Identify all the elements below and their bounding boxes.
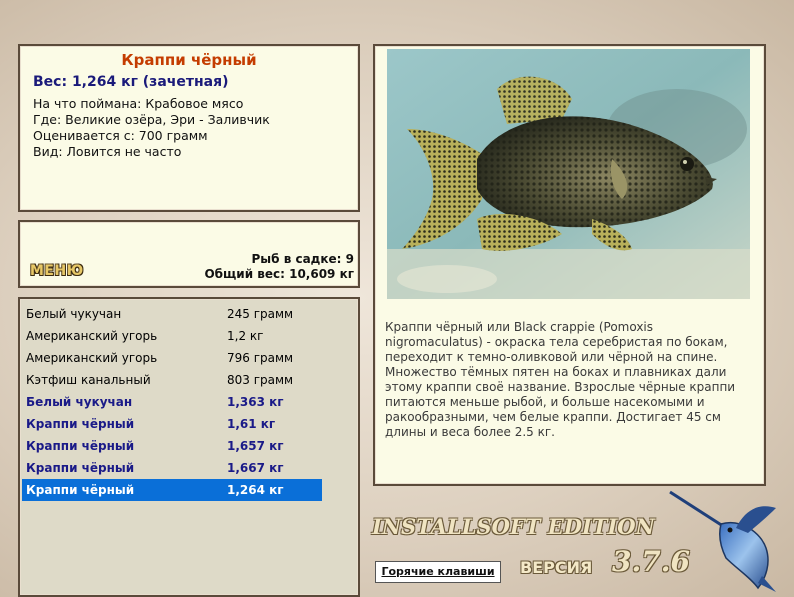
- marlin-icon: [669, 490, 776, 592]
- list-item[interactable]: Краппи чёрный 1,61 кг: [22, 413, 322, 435]
- catch-weight: 803 грамм: [227, 373, 294, 387]
- kind-line: Вид: Ловится не часто: [33, 144, 182, 159]
- catch-name: Краппи чёрный: [26, 483, 135, 497]
- brand-logo-text: INSTALLSOFT EDITION: [372, 514, 655, 539]
- catch-name: Американский угорь: [26, 351, 158, 365]
- fish-weight: Вес: 1,264 кг (зачетная): [33, 74, 229, 90]
- fish-title: Краппи чёрный: [121, 51, 257, 69]
- menu-button[interactable]: МЕНЮ: [30, 263, 84, 279]
- list-item[interactable]: Американский угорь 796 грамм: [22, 347, 322, 369]
- catch-weight: 245 грамм: [227, 307, 294, 321]
- fish-description: Краппи чёрный или Black crappie (Pomoxis…: [385, 320, 736, 439]
- catch-weight: 1,667 кг: [227, 461, 284, 475]
- catch-name: Краппи чёрный: [26, 417, 135, 431]
- list-item[interactable]: Краппи чёрный 1,667 кг: [22, 457, 322, 479]
- fish-info-panel: Краппи чёрный Вес: 1,264 кг (зачетная) Н…: [18, 44, 360, 212]
- total-weight: Общий вес: 10,609 кг: [204, 267, 354, 281]
- bait-line: На что поймана: Крабовое мясо: [33, 96, 244, 111]
- list-item[interactable]: Кэтфиш канальный 803 грамм: [22, 369, 322, 391]
- list-item-selected[interactable]: Краппи чёрный 1,264 кг: [22, 479, 322, 501]
- hotkeys-label: Горячие клавиши: [381, 565, 495, 578]
- catch-name: Белый чукучан: [26, 395, 133, 409]
- catch-list[interactable]: Белый чукучан 245 грамм Американский угор…: [18, 297, 360, 597]
- catch-name: Белый чукучан: [26, 307, 122, 321]
- version-label: ВЕРСИЯ: [520, 558, 593, 577]
- catch-weight: 1,657 кг: [227, 439, 284, 453]
- catch-weight: 1,264 кг: [227, 483, 284, 497]
- list-item[interactable]: Краппи чёрный 1,657 кг: [22, 435, 322, 457]
- hotkeys-button[interactable]: Горячие клавиши: [375, 561, 501, 583]
- catch-name: Кэтфиш канальный: [26, 373, 151, 387]
- list-item[interactable]: Белый чукучан 1,363 кг: [22, 391, 322, 413]
- location-line: Где: Великие озёра, Эри - Заливчик: [33, 112, 270, 127]
- list-item[interactable]: Белый чукучан 245 грамм: [22, 303, 322, 325]
- fish-description-panel: Краппи чёрный или Black crappie (Pomoxis…: [373, 44, 766, 486]
- fish-count: Рыб в садке: 9: [251, 252, 355, 266]
- catch-name: Краппи чёрный: [26, 461, 135, 475]
- catch-weight: 1,2 кг: [227, 329, 264, 343]
- catch-name: Краппи чёрный: [26, 439, 135, 453]
- keepnet-summary-panel: МЕНЮ Рыб в садке: 9 Общий вес: 10,609 кг: [18, 220, 360, 288]
- list-item[interactable]: Американский угорь 1,2 кг: [22, 325, 322, 347]
- black-crappie-photo: [387, 49, 750, 299]
- catch-weight: 1,363 кг: [227, 395, 284, 409]
- catch-name: Американский угорь: [26, 329, 158, 343]
- catch-weight: 1,61 кг: [227, 417, 276, 431]
- catch-weight: 796 грамм: [227, 351, 294, 365]
- valued-line: Оценивается с: 700 грамм: [33, 128, 208, 143]
